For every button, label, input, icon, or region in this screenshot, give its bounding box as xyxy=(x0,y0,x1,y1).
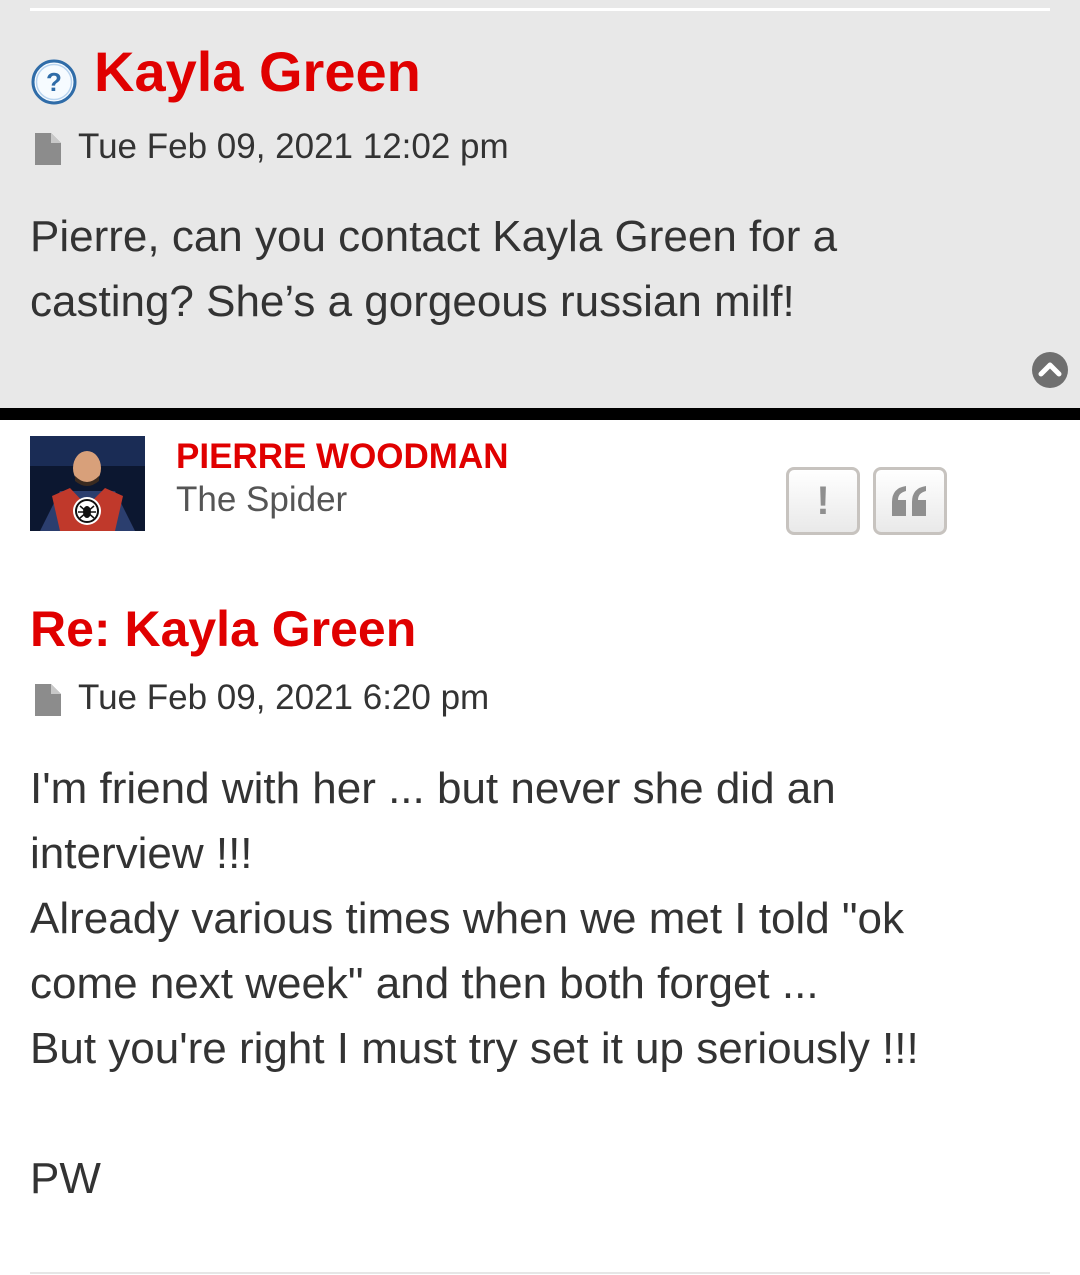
author-name[interactable]: PIERRE WOODMAN xyxy=(176,436,509,478)
post-body-line: Pierre, can you contact Kayla Green for … xyxy=(30,212,838,261)
avatar[interactable] xyxy=(30,436,145,531)
quote-button[interactable] xyxy=(873,467,947,535)
quote-icon xyxy=(892,486,926,516)
reply-body: I'm friend with her ... but never she di… xyxy=(30,756,919,1211)
reply-body-line: interview !!! xyxy=(30,829,253,878)
post-body-line: casting? She’s a gorgeous russian milf! xyxy=(30,277,795,326)
reply-body-line: Already various times when we met I told… xyxy=(30,894,904,943)
question-icon: ? xyxy=(31,59,77,105)
reply-date: Tue Feb 09, 2021 6:20 pm xyxy=(78,678,490,717)
file-icon[interactable] xyxy=(33,133,61,165)
file-icon[interactable] xyxy=(33,684,61,716)
reply-body-line xyxy=(30,1081,919,1146)
post-body: Pierre, can you contact Kayla Green for … xyxy=(30,204,837,334)
post-kayla-green: ? Kayla Green Tue Feb 09, 2021 12:02 pm … xyxy=(0,0,1080,408)
reply-signature: PW xyxy=(30,1154,101,1203)
author-rank: The Spider xyxy=(176,480,348,519)
chevron-up-icon[interactable] xyxy=(1031,351,1069,389)
reply-title[interactable]: Re: Kayla Green xyxy=(30,598,416,660)
svg-text:?: ? xyxy=(46,67,62,97)
post-date: Tue Feb 09, 2021 12:02 pm xyxy=(78,127,509,166)
top-divider xyxy=(30,8,1050,11)
reply-body-line: come next week" and then both forget ... xyxy=(30,959,819,1008)
post-title[interactable]: Kayla Green xyxy=(94,38,421,106)
reply-body-line: I'm friend with her ... but never she di… xyxy=(30,764,836,813)
bottom-divider xyxy=(30,1272,1050,1274)
reply-body-line: But you're right I must try set it up se… xyxy=(30,1024,919,1073)
exclamation-icon: ! xyxy=(816,479,830,523)
post-divider xyxy=(0,408,1080,420)
report-button[interactable]: ! xyxy=(786,467,860,535)
